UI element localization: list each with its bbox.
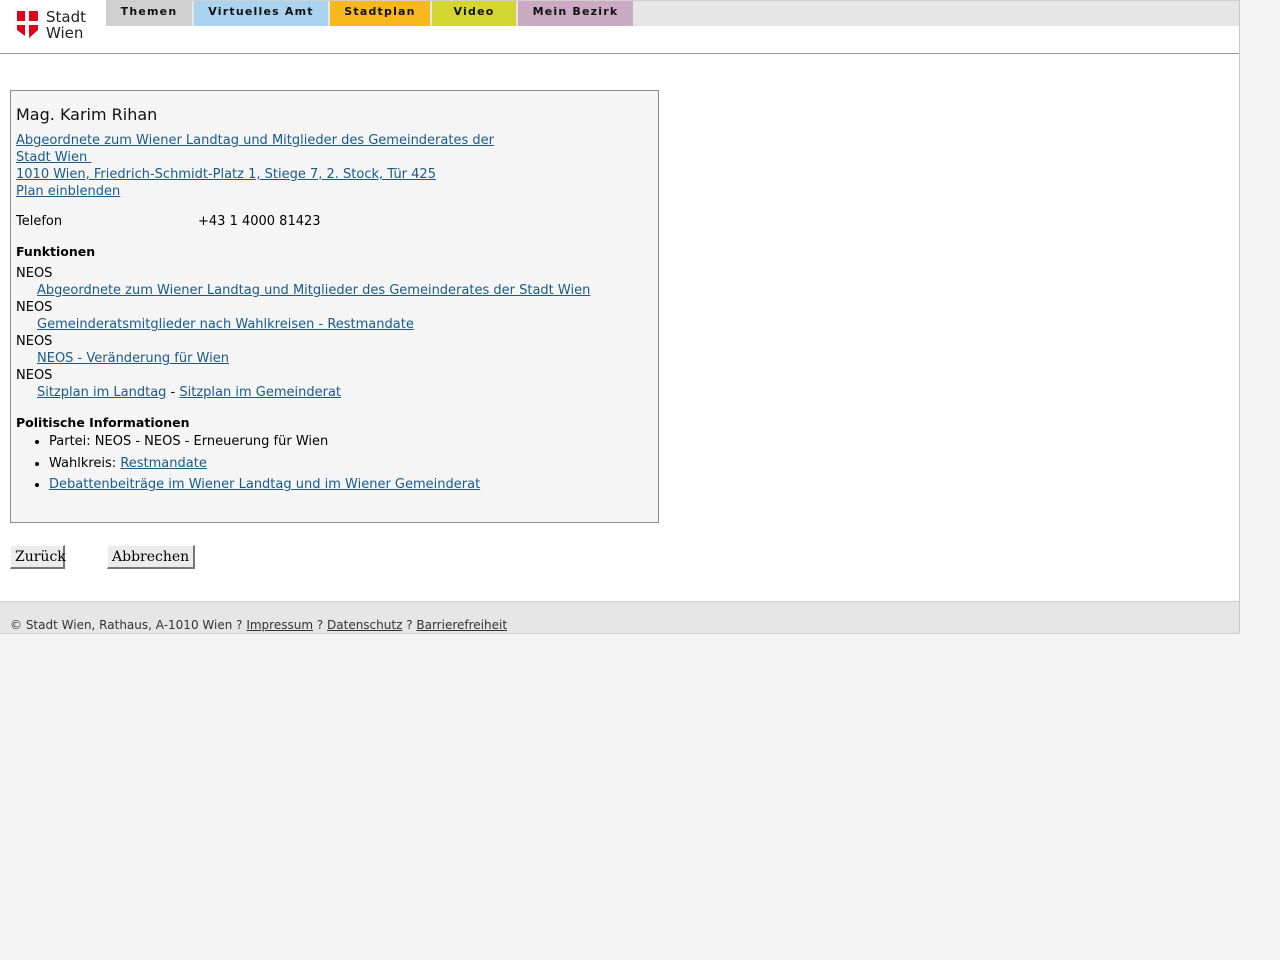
- debates-info: Debattenbeiträge im Wiener Landtag und i…: [49, 476, 480, 493]
- site-header: Stadt Wien Themen Virtuelles Amt Stadtpl…: [0, 0, 1239, 54]
- address-link[interactable]: 1010 Wien, Friedrich-Schmidt-Platz 1, St…: [16, 166, 436, 183]
- district-link[interactable]: Restmandate: [120, 456, 207, 471]
- tab-virtuelles-amt[interactable]: Virtuelles Amt: [194, 1, 328, 26]
- function-link[interactable]: Abgeordnete zum Wiener Landtag und Mitgl…: [37, 283, 590, 298]
- debates-link[interactable]: Debattenbeiträge im Wiener Landtag und i…: [49, 477, 480, 492]
- footer-text: © Stadt Wien, Rathaus, A-1010 Wien ? Imp…: [10, 618, 507, 632]
- footer-copyright: © Stadt Wien, Rathaus, A-1010 Wien ?: [10, 618, 247, 632]
- vienna-shield-icon: [17, 11, 38, 38]
- district-info: Wahlkreis: Restmandate: [49, 455, 480, 472]
- phone-label: Telefon: [16, 214, 63, 229]
- org-link-line-1[interactable]: Abgeordnete zum Wiener Landtag und Mitgl…: [16, 132, 494, 149]
- footer-separator: ?: [313, 618, 328, 632]
- stadt-wien-logo[interactable]: Stadt Wien: [16, 9, 96, 42]
- logo-line-1: Stadt: [46, 8, 86, 26]
- function-link[interactable]: NEOS - Veränderung für Wien: [37, 351, 229, 366]
- functions-heading: Funktionen: [16, 244, 96, 259]
- org-link-line-2[interactable]: Stadt Wien: [16, 149, 91, 166]
- seating-plan-landtag-link[interactable]: Sitzplan im Landtag: [37, 385, 166, 400]
- function-link[interactable]: Gemeinderatsmitglieder nach Wahlkreisen …: [37, 317, 414, 332]
- impressum-link[interactable]: Impressum: [246, 618, 313, 632]
- political-info-list: Partei: NEOS - NEOS - Erneuerung für Wie…: [16, 433, 480, 498]
- back-button[interactable]: Zurück: [10, 545, 66, 569]
- function-party: NEOS: [16, 300, 53, 315]
- show-map-link[interactable]: Plan einblenden: [16, 183, 120, 200]
- function-party: NEOS: [16, 334, 53, 349]
- person-name: Mag. Karim Rihan: [16, 105, 158, 124]
- seating-plan-separator: -: [166, 385, 180, 400]
- function-party: NEOS: [16, 266, 53, 281]
- page: Stadt Wien Themen Virtuelles Amt Stadtpl…: [0, 0, 1240, 634]
- political-info-heading: Politische Informationen: [16, 415, 190, 430]
- logo-line-2: Wien: [46, 24, 84, 42]
- function-party: NEOS: [16, 368, 53, 383]
- district-label: Wahlkreis:: [49, 455, 121, 471]
- tab-stadtplan[interactable]: Stadtplan: [330, 1, 430, 26]
- tab-mein-bezirk[interactable]: Mein Bezirk: [518, 1, 633, 26]
- cancel-button[interactable]: Abbrechen: [107, 545, 195, 569]
- party-text: Partei: NEOS - NEOS - Erneuerung für Wie…: [49, 434, 329, 449]
- footer-separator: ?: [402, 618, 417, 632]
- person-detail-box: Mag. Karim Rihan Abgeordnete zum Wiener …: [10, 90, 659, 523]
- tab-video[interactable]: Video: [432, 1, 516, 26]
- tab-themen[interactable]: Themen: [106, 1, 192, 26]
- datenschutz-link[interactable]: Datenschutz: [327, 618, 402, 632]
- seating-plan-gemeinderat-link[interactable]: Sitzplan im Gemeinderat: [179, 385, 341, 400]
- site-footer: © Stadt Wien, Rathaus, A-1010 Wien ? Imp…: [0, 601, 1239, 634]
- seating-plan-links: Sitzplan im Landtag - Sitzplan im Gemein…: [37, 385, 341, 400]
- barrierefreiheit-link[interactable]: Barrierefreiheit: [416, 618, 507, 632]
- logo-text: Stadt Wien: [46, 9, 86, 41]
- party-info: Partei: NEOS - NEOS - Erneuerung für Wie…: [49, 433, 480, 450]
- phone-value: +43 1 4000 81423: [198, 214, 321, 229]
